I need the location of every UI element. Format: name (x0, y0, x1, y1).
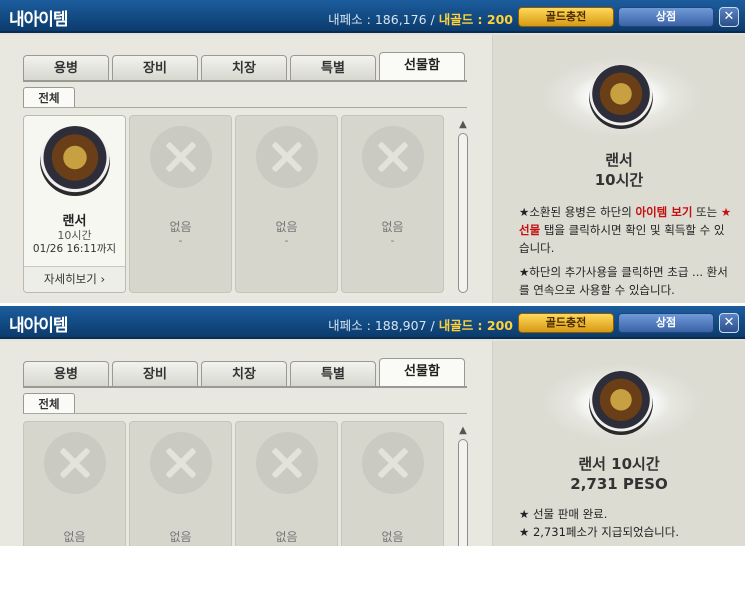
tab-cosmetic[interactable]: 치장 (201, 361, 287, 387)
detail-icon-area (541, 57, 701, 137)
scroll-track[interactable] (458, 439, 468, 546)
tab-mercenary[interactable]: 용병 (23, 361, 109, 387)
empty-label: 없음 (275, 220, 298, 234)
tab-divider (23, 386, 467, 388)
empty-dash: - (390, 234, 395, 247)
lancer-portrait-icon (589, 371, 653, 435)
empty-slot: 없음 - (129, 115, 232, 293)
sale-price: 2,731 PESO (570, 475, 668, 493)
close-icon[interactable]: ✕ (719, 7, 739, 27)
x-circle-icon (362, 432, 424, 494)
tab-special[interactable]: 특별 (290, 361, 376, 387)
peso-paid-message: ★ 2,731페소가 지급되었습니다. (519, 525, 679, 539)
shop-button[interactable]: 상점 (618, 7, 714, 27)
item-list-area: 용병 장비 치장 특별 선물함 전체 랜서 10시간 01/26 16:11까지… (0, 35, 492, 303)
title-bar: 내아이템 내페소 : 188,907 / 내골드 : 200 골드충전 상점 ✕ (0, 306, 745, 339)
empty-slot: 없음 - (235, 115, 338, 293)
x-circle-icon (150, 432, 212, 494)
subtab-all[interactable]: 전체 (23, 87, 75, 108)
detail-note: ★하단의 추가사용을 클릭하면 초급 ... 환서를 연속으로 사용할 수 있습… (519, 265, 728, 297)
peso-balance: 내페소 : 186,176 / (328, 12, 435, 27)
item-slot[interactable]: 랜서 10시간 01/26 16:11까지 자세히보기 › (23, 115, 126, 293)
desc-text: 탭을 클릭하시면 확인 및 획득할 수 있습니다. (519, 223, 725, 255)
empty-slot: 없음 (235, 421, 338, 546)
window-title: 내아이템 (9, 10, 69, 30)
x-circle-icon (44, 432, 106, 494)
empty-dash: - (284, 234, 289, 247)
tab-mercenary[interactable]: 용병 (23, 55, 109, 81)
gold-balance: 내골드 : 200 (438, 318, 513, 333)
empty-label: 없음 (63, 530, 86, 544)
close-icon[interactable]: ✕ (719, 313, 739, 333)
star-bullet: ★ (519, 205, 530, 219)
detail-item-duration: 10시간 (594, 171, 644, 189)
my-items-window-after: 내아이템 내페소 : 188,907 / 내골드 : 200 골드충전 상점 ✕… (0, 306, 745, 546)
sale-complete-message: ★ 선물 판매 완료. (519, 507, 608, 521)
tab-equipment[interactable]: 장비 (112, 55, 198, 81)
x-circle-icon (256, 126, 318, 188)
currency-display: 내페소 : 186,176 / 내골드 : 200 (328, 9, 513, 28)
desc-text: 소환된 용병은 하단의 (529, 205, 636, 219)
tab-divider (23, 80, 467, 82)
detail-icon-area (541, 363, 701, 443)
empty-slot: 없음 (23, 421, 126, 546)
desc-highlight: 아이템 보기 (635, 205, 693, 219)
title-bar: 내아이템 내페소 : 186,176 / 내골드 : 200 골드충전 상점 ✕ (0, 0, 745, 33)
view-details-button[interactable]: 자세히보기 › (24, 266, 125, 292)
detail-item-name: 랜서 10시간 (578, 455, 660, 473)
item-detail-pane: 랜서 10시간 ★소환된 용병은 하단의 아이템 보기 또는 ★선물 탭을 클릭… (492, 35, 745, 303)
window-title: 내아이템 (9, 316, 69, 336)
subtab-all[interactable]: 전체 (23, 393, 75, 414)
scroll-up-icon[interactable]: ▲ (457, 119, 469, 131)
empty-label: 없음 (381, 530, 404, 544)
detail-description: ★소환된 용병은 하단의 아이템 보기 또는 ★선물 탭을 클릭하시면 확인 및… (519, 203, 734, 257)
empty-label: 없음 (275, 530, 298, 544)
item-list-area: 용병 장비 치장 특별 선물함 전체 없음 없음 없음 없음 ▲ (0, 341, 492, 546)
tab-cosmetic[interactable]: 치장 (201, 55, 287, 81)
gold-charge-button[interactable]: 골드충전 (518, 313, 614, 333)
subtab-divider (23, 413, 467, 414)
x-circle-icon (256, 432, 318, 494)
gold-charge-button[interactable]: 골드충전 (518, 7, 614, 27)
empty-label: 없음 (381, 220, 404, 234)
detail-item-name: 랜서 (605, 151, 633, 169)
my-items-window-before: 내아이템 내페소 : 186,176 / 내골드 : 200 골드충전 상점 ✕… (0, 0, 745, 303)
tab-special[interactable]: 특별 (290, 55, 376, 81)
gold-balance: 내골드 : 200 (438, 12, 513, 27)
empty-slot: 없음 (341, 421, 444, 546)
empty-label: 없음 (169, 530, 192, 544)
tab-equipment[interactable]: 장비 (112, 361, 198, 387)
empty-dash: - (178, 234, 183, 247)
shop-button[interactable]: 상점 (618, 313, 714, 333)
lancer-portrait-icon (589, 65, 653, 129)
desc-text: 또는 (692, 205, 721, 219)
lancer-portrait-icon (40, 126, 110, 196)
scroll-up-icon[interactable]: ▲ (457, 425, 469, 437)
tab-gift-box[interactable]: 선물함 (379, 358, 465, 387)
subtab-divider (23, 107, 467, 108)
empty-slot: 없음 - (341, 115, 444, 293)
item-detail-pane: 랜서 10시간 2,731 PESO ★ 선물 판매 완료. ★ 2,731페소… (492, 341, 745, 546)
x-circle-icon (362, 126, 424, 188)
currency-display: 내페소 : 188,907 / 내골드 : 200 (328, 315, 513, 334)
tab-gift-box[interactable]: 선물함 (379, 52, 465, 81)
item-expiry: 01/26 16:11까지 (32, 243, 117, 255)
peso-balance: 내페소 : 188,907 / (328, 318, 435, 333)
x-circle-icon (150, 126, 212, 188)
empty-slot: 없음 (129, 421, 232, 546)
empty-label: 없음 (169, 220, 192, 234)
scroll-track[interactable] (458, 133, 468, 293)
